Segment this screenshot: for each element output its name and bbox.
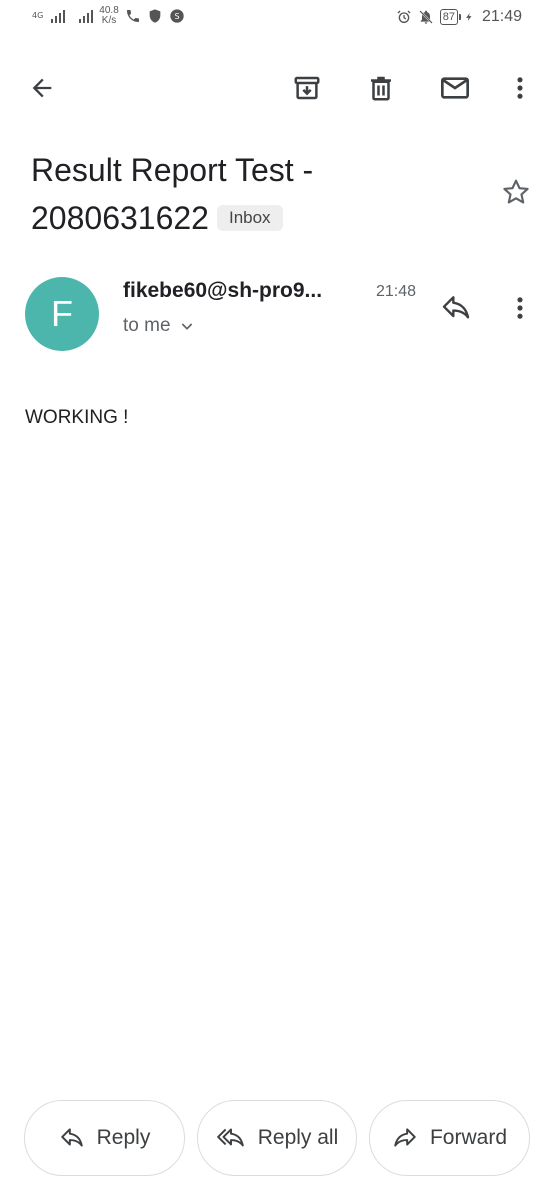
notifications-off-icon <box>418 10 433 24</box>
recipient-label: to me <box>123 315 171 336</box>
delete-button[interactable] <box>359 66 403 110</box>
mark-unread-button[interactable] <box>433 66 477 110</box>
reply-icon-button[interactable] <box>436 288 476 328</box>
phone-icon <box>126 10 139 22</box>
forward-button[interactable]: Forward <box>369 1100 530 1176</box>
chevron-down-icon <box>181 323 192 330</box>
bottom-actions: Reply Reply all Forward <box>0 1100 554 1176</box>
status-clock: 21:49 <box>481 8 522 25</box>
email-time: 21:48 <box>376 283 417 300</box>
more-options-button[interactable] <box>498 66 542 110</box>
network-type-label: 4G <box>32 11 44 20</box>
forward-icon <box>394 1128 416 1147</box>
back-button[interactable] <box>20 66 64 110</box>
status-bar: 4G 40.8 K/s S 87 21:49 <box>0 0 554 38</box>
reply-button-label: Reply <box>96 1126 151 1149</box>
network-speed: 40.8 K/s <box>99 6 118 26</box>
archive-icon <box>294 76 320 100</box>
top-app-bar <box>0 60 554 116</box>
svg-text:S: S <box>174 12 179 21</box>
reply-button[interactable]: Reply <box>24 1100 185 1176</box>
reply-icon <box>60 1128 83 1147</box>
signal-strength-icon-2 <box>79 9 94 23</box>
sender-avatar[interactable]: F <box>25 277 99 351</box>
forward-button-label: Forward <box>429 1126 508 1149</box>
reply-all-button[interactable]: Reply all <box>197 1100 357 1176</box>
star-outline-icon <box>503 179 529 204</box>
recipient-details-toggle[interactable]: to me <box>123 313 195 339</box>
more-vert-icon <box>517 297 523 319</box>
avatar-letter: F <box>51 293 73 334</box>
reply-all-button-label: Reply all <box>257 1126 339 1149</box>
mark-unread-icon <box>441 77 469 99</box>
charging-icon <box>466 12 472 22</box>
battery-indicator: 87 <box>439 9 462 25</box>
more-vert-icon <box>517 77 523 99</box>
back-arrow-icon <box>32 78 52 98</box>
sender-address[interactable]: fikebe60@sh-pro9... <box>123 277 363 305</box>
reply-icon <box>442 296 470 319</box>
star-button[interactable] <box>500 176 532 208</box>
archive-button[interactable] <box>285 66 329 110</box>
signal-strength-icon <box>51 9 66 23</box>
email-body: WORKING ! <box>25 407 129 428</box>
status-right: 87 21:49 <box>396 8 522 26</box>
message-more-options-button[interactable] <box>500 288 540 328</box>
inbox-label-chip[interactable]: Inbox <box>216 205 283 231</box>
shield-icon <box>149 9 161 23</box>
status-left: 4G 40.8 K/s S <box>32 6 185 26</box>
alarm-icon <box>397 10 411 23</box>
email-subject: Result Report Test - 2080631622 Inbox <box>31 146 471 242</box>
reply-all-icon <box>216 1128 244 1147</box>
network-speed-unit: K/s <box>101 15 117 26</box>
app-notification-icon: S <box>170 9 184 23</box>
delete-icon <box>371 76 391 101</box>
